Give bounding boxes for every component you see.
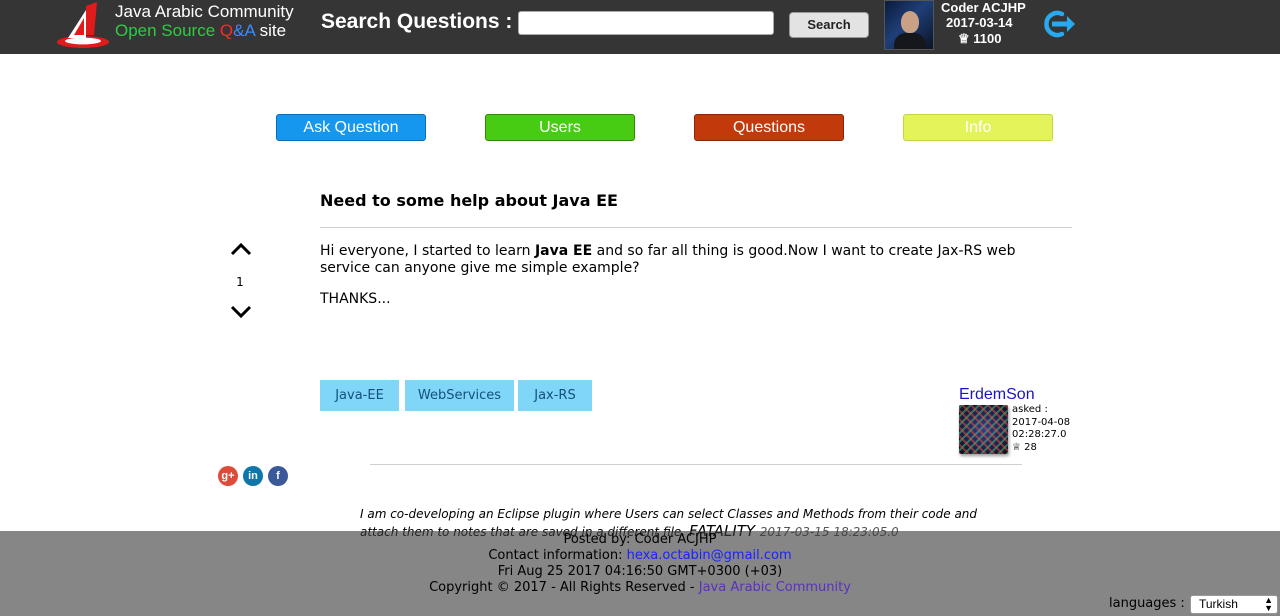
user-join-date: 2017-03-14	[946, 15, 1013, 30]
body-text: Hi everyone, I started to learn	[320, 243, 535, 259]
contact-email-link[interactable]: hexa.octabin@gmail.com	[627, 548, 792, 563]
ask-question-button[interactable]: Ask Question	[276, 114, 426, 141]
avatar-body	[894, 33, 926, 49]
questions-button[interactable]: Questions	[694, 114, 844, 141]
user-name[interactable]: Coder ACJHP	[941, 0, 1026, 15]
tag-java-ee[interactable]: Java-EE	[320, 380, 399, 411]
search-input[interactable]	[518, 11, 774, 35]
asker-reputation: ♕ 28	[1012, 441, 1037, 453]
select-arrows-icon: ▲ ▼	[1264, 595, 1273, 613]
question-paragraph: Hi everyone, I started to learn Java EE …	[320, 243, 1020, 277]
google-plus-share-icon[interactable]: g+	[218, 466, 238, 486]
brand-a: A	[244, 21, 255, 40]
asker-name-link[interactable]: ErdemSon	[959, 386, 1035, 404]
brand-subtitle: Open Source Q&A site	[115, 21, 286, 41]
community-link[interactable]: Java Arabic Community	[699, 580, 851, 595]
tag-jax-rs[interactable]: Jax-RS	[518, 380, 592, 411]
footer-contact: Contact information: hexa.octabin@gmail.…	[0, 548, 1280, 564]
users-button[interactable]: Users	[485, 114, 635, 141]
user-avatar[interactable]	[884, 0, 934, 50]
asked-time: 02:28:27.0	[1012, 429, 1067, 440]
logout-icon[interactable]	[1040, 8, 1076, 40]
vote-count: 1	[236, 275, 244, 289]
logo-icon[interactable]	[56, 2, 112, 50]
brand-site: site	[254, 21, 287, 40]
asked-date: 2017-04-08	[1012, 416, 1071, 428]
vote-up-icon[interactable]	[229, 240, 253, 258]
search-button[interactable]: Search	[789, 12, 869, 38]
facebook-share-icon[interactable]: f	[268, 466, 288, 486]
footer-posted-by: Posted by: Coder ACJHP	[563, 532, 717, 547]
brand-subtitle-prefix: Open Source	[115, 21, 220, 40]
brand-q: Q	[219, 21, 234, 40]
title-divider	[320, 227, 1072, 228]
language-select[interactable]: Turkish ▲ ▼	[1190, 595, 1278, 614]
user-reputation: ♕ 1100	[958, 31, 1002, 46]
footer-datetime: Fri Aug 25 2017 04:16:50 GMT+0300 (+03)	[497, 564, 783, 579]
question-body: Hi everyone, I started to learn Java EE …	[320, 243, 1020, 322]
info-button[interactable]: Info	[903, 114, 1053, 141]
question-title: Need to some help about Java EE	[320, 191, 618, 210]
avatar-face	[901, 11, 919, 33]
answer-divider	[370, 464, 1022, 465]
footer-copyright: Copyright © 2017 - All Rights Reserved -…	[0, 580, 1280, 596]
asker-meta: asked : 2017-04-08 02:28:27.0 ♕ 28	[1012, 404, 1070, 454]
question-paragraph: THANKS...	[320, 291, 391, 307]
contact-label: Contact information:	[488, 548, 627, 563]
search-label: Search Questions :	[321, 10, 513, 33]
asker-avatar[interactable]	[959, 405, 1008, 454]
brand-amp: &	[233, 21, 245, 40]
copyright-text: Copyright © 2017 - All Rights Reserved -	[429, 580, 699, 595]
languages-label: languages :	[1109, 596, 1185, 611]
vote-down-icon[interactable]	[229, 303, 253, 321]
linkedin-share-icon[interactable]: in	[243, 466, 263, 486]
tag-webservices[interactable]: WebServices	[405, 380, 514, 411]
footer: Posted by: Coder ACJHP Contact informati…	[0, 531, 1280, 616]
asked-label: asked :	[1012, 404, 1048, 415]
brand-title: Java Arabic Community	[115, 2, 294, 21]
language-selected: Turkish	[1199, 597, 1238, 611]
body-bold: Java EE	[534, 243, 593, 259]
top-header: Java Arabic Community Open Source Q&A si…	[0, 0, 1280, 54]
